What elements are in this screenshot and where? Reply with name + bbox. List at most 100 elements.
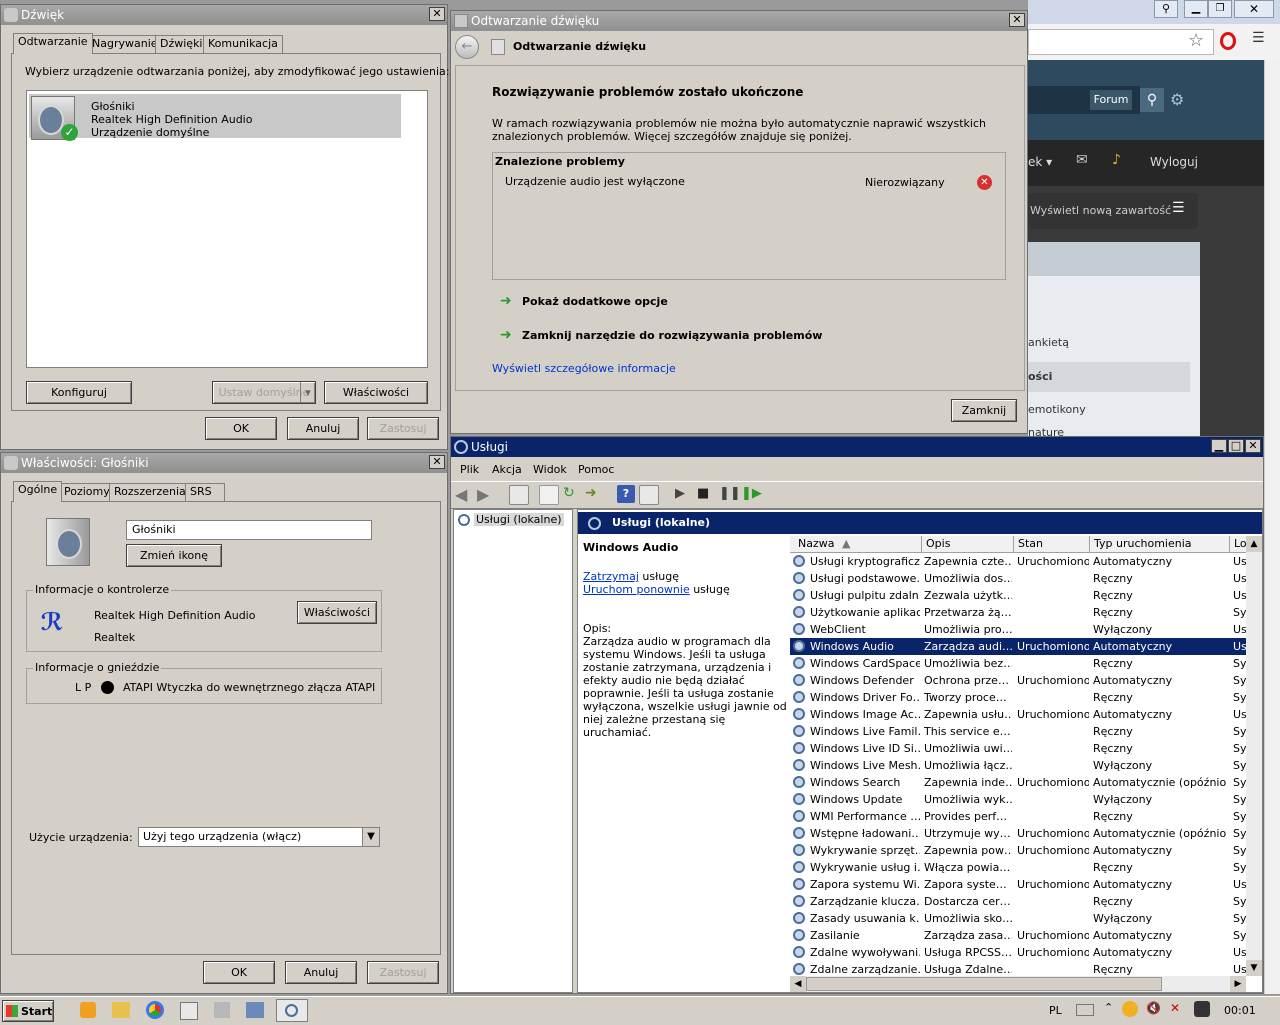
table-row[interactable]: Wstępne ładowani… Utrzymuje wy… Uruchomion… bbox=[790, 825, 1246, 842]
keyboard-icon[interactable] bbox=[1076, 1004, 1094, 1016]
services-list[interactable]: Nazwa ▲ Opis Stan Typ uruchomienia Lo Us… bbox=[790, 536, 1262, 992]
maximize-button[interactable]: □ bbox=[1228, 439, 1244, 453]
details-link[interactable]: Wyświetl szczegółowe informacje bbox=[492, 362, 676, 375]
menu-action[interactable]: Akcja bbox=[492, 463, 522, 476]
menu-help[interactable]: Pomoc bbox=[578, 463, 614, 476]
tab-general[interactable]: Ogólne bbox=[13, 481, 63, 502]
change-icon-button[interactable]: Zmień ikonę bbox=[126, 544, 222, 567]
table-row[interactable]: Usługi pulpitu zdaln… Zezwala użytk… Ręczn… bbox=[790, 587, 1246, 604]
table-row[interactable]: Wykrywanie sprzęt… Zapewnia pow… Uruchomio… bbox=[790, 842, 1246, 859]
table-row[interactable]: Windows Live ID Si… Umożliwia uwi… Ręczny S… bbox=[790, 740, 1246, 757]
nav-fragment[interactable]: ek ▾ bbox=[1028, 155, 1052, 169]
vertical-scrollbar[interactable]: ▲ ▼ bbox=[1246, 536, 1262, 976]
search-icon[interactable]: ⚲ bbox=[1140, 88, 1164, 112]
usage-select[interactable]: Użyj tego urządzenia (włącz) ▼ bbox=[138, 827, 380, 847]
close-icon[interactable]: ✕ bbox=[1234, 0, 1274, 18]
column-name[interactable]: Nazwa ▲ bbox=[790, 536, 922, 552]
scrollbar[interactable] bbox=[1264, 60, 1280, 440]
table-row[interactable]: Windows Driver Fo… Tworzy proce… Ręczny Sy bbox=[790, 689, 1246, 706]
tab-enhancements[interactable]: Rozszerzenia bbox=[109, 483, 191, 501]
close-button[interactable]: ✕ bbox=[1009, 13, 1025, 27]
cancel-button[interactable]: Anuluj bbox=[285, 961, 357, 984]
minimize-button[interactable]: ▁ bbox=[1211, 439, 1227, 453]
taskbar-speaker-icon[interactable] bbox=[214, 1002, 230, 1018]
star-icon[interactable]: ☆ bbox=[1188, 30, 1204, 51]
close-dialog-button[interactable]: Zamknij bbox=[951, 399, 1017, 422]
device-name-field[interactable]: Głośniki bbox=[126, 520, 372, 540]
table-row[interactable]: WebClient Umożliwia pro… Wyłączony Us bbox=[790, 621, 1246, 638]
tab-sounds[interactable]: Dźwięki bbox=[155, 35, 208, 53]
cancel-button[interactable]: Anuluj bbox=[287, 417, 359, 440]
user-icon[interactable]: ⚲ bbox=[1154, 0, 1178, 18]
tab-srs[interactable]: SRS bbox=[185, 483, 225, 501]
network-icon[interactable]: ✕ bbox=[1170, 1001, 1180, 1015]
apply-button[interactable]: Zastosuj bbox=[367, 417, 439, 440]
forward-icon[interactable]: ▶ bbox=[477, 485, 495, 504]
close-button[interactable]: ✕ bbox=[429, 7, 445, 21]
back-button[interactable]: ← bbox=[455, 35, 479, 59]
tree-item-services[interactable]: Usługi (lokalne) bbox=[474, 513, 564, 526]
tray-app-icon[interactable] bbox=[1122, 1001, 1138, 1017]
set-default-button[interactable]: Ustaw domyślne ▾ bbox=[212, 381, 316, 404]
clock[interactable]: 00:01 bbox=[1224, 1004, 1256, 1017]
column-description[interactable]: Opis bbox=[922, 536, 1014, 552]
tab-communication[interactable]: Komunikacja bbox=[203, 35, 283, 53]
back-icon[interactable]: ◀ bbox=[455, 485, 473, 504]
services-titlebar[interactable]: Usługi bbox=[451, 437, 1263, 457]
restore-icon[interactable]: ❐ bbox=[1208, 0, 1232, 18]
table-row[interactable]: Windows Defender Ochrona prze… Uruchomiono… bbox=[790, 672, 1246, 689]
console-tree[interactable]: Usługi (lokalne) bbox=[453, 509, 573, 993]
table-row[interactable]: Usługi podstawowe… Umożliwia dos… Ręczny Us bbox=[790, 570, 1246, 587]
forum-button[interactable]: Forum bbox=[1090, 90, 1132, 110]
table-row[interactable]: Windows Image Ac… Zapewnia usłu… Uruchomio… bbox=[790, 706, 1246, 723]
table-row[interactable]: Zasilanie Zarządza zasa… Uruchomiono Automa… bbox=[790, 927, 1246, 944]
column-state[interactable]: Stan bbox=[1014, 536, 1090, 552]
opera-icon[interactable] bbox=[1220, 32, 1236, 50]
table-row[interactable]: Windows Audio Zarządza audi… Uruchomiono Au… bbox=[790, 638, 1246, 655]
taskbar-app-icon[interactable] bbox=[180, 1002, 198, 1020]
table-row[interactable]: Windows Live Famil… This service e… Ręczny… bbox=[790, 723, 1246, 740]
table-row[interactable]: WMI Performance … Provides perf… Ręczny Sy bbox=[790, 808, 1246, 825]
tab-recording[interactable]: Nagrywanie bbox=[87, 35, 163, 53]
properties-icon[interactable] bbox=[539, 485, 559, 505]
show-hide-icon[interactable] bbox=[639, 485, 659, 505]
taskbar-services-button[interactable] bbox=[276, 999, 308, 1022]
show-more-options[interactable]: Pokaż dodatkowe opcje bbox=[522, 295, 668, 308]
menu-view[interactable]: Widok bbox=[533, 463, 567, 476]
language-indicator[interactable]: PL bbox=[1049, 1004, 1062, 1017]
table-row[interactable]: Zasady usuwania k… Umożliwia sko… Wyłączon… bbox=[790, 910, 1246, 927]
start-button[interactable]: Start bbox=[2, 1000, 54, 1022]
address-bar[interactable] bbox=[1028, 29, 1214, 55]
table-row[interactable]: Użytkowanie aplikacji Przetwarza żą… Ręczn… bbox=[790, 604, 1246, 621]
problem-text[interactable]: Urządzenie audio jest wyłączone bbox=[505, 175, 685, 188]
tab-levels[interactable]: Poziomy bbox=[59, 483, 115, 501]
volume-muted-icon[interactable]: 🔇 bbox=[1146, 1001, 1161, 1015]
help-icon[interactable]: ? bbox=[617, 485, 635, 503]
controller-properties-button[interactable]: Właściwości bbox=[297, 601, 377, 624]
table-row[interactable]: Zapora systemu Wi… Zapora syste… Uruchomio… bbox=[790, 876, 1246, 893]
stop-service-icon[interactable]: ■ bbox=[697, 485, 715, 503]
restart-service-icon[interactable]: ❚▶ bbox=[741, 485, 762, 503]
apply-button[interactable]: Zastosuj bbox=[367, 961, 439, 984]
taskbar-remote-icon[interactable] bbox=[246, 1002, 264, 1018]
configure-button[interactable]: Konfiguruj bbox=[26, 381, 132, 404]
tab-playback[interactable]: Odtwarzanie bbox=[13, 33, 93, 54]
console-tree-icon[interactable] bbox=[509, 485, 529, 505]
logout-link[interactable]: Wyloguj bbox=[1150, 155, 1198, 169]
settings-icon[interactable]: ⚙ bbox=[1170, 90, 1184, 109]
media-player-icon[interactable] bbox=[80, 1002, 96, 1018]
ok-button[interactable]: OK bbox=[203, 961, 275, 984]
tray-expand-icon[interactable]: ⌃ bbox=[1104, 1001, 1113, 1014]
close-button[interactable]: ✕ bbox=[1245, 439, 1261, 453]
troubleshooter-titlebar[interactable]: Odtwarzanie dźwięku bbox=[451, 11, 1027, 31]
table-row[interactable]: Windows Search Zapewnia inde… Uruchomiono A… bbox=[790, 774, 1246, 791]
table-row[interactable]: Zarządzanie klucza… Dostarcza cer… Ręczny S… bbox=[790, 893, 1246, 910]
export-icon[interactable]: ➜ bbox=[585, 485, 603, 503]
minimize-icon[interactable]: ▁ bbox=[1184, 0, 1208, 18]
chrome-icon[interactable] bbox=[146, 1001, 164, 1019]
table-row[interactable]: Windows Update Umożliwia wyk… Wyłączony Sy bbox=[790, 791, 1246, 808]
table-row[interactable]: Wykrywanie usług i… Włącza powia… Ręczny Sy bbox=[790, 859, 1246, 876]
close-button[interactable]: ✕ bbox=[429, 455, 445, 469]
restart-service-link[interactable]: Uruchom ponownie bbox=[583, 583, 690, 596]
horizontal-scrollbar[interactable]: ◀ ▶ bbox=[790, 976, 1246, 992]
